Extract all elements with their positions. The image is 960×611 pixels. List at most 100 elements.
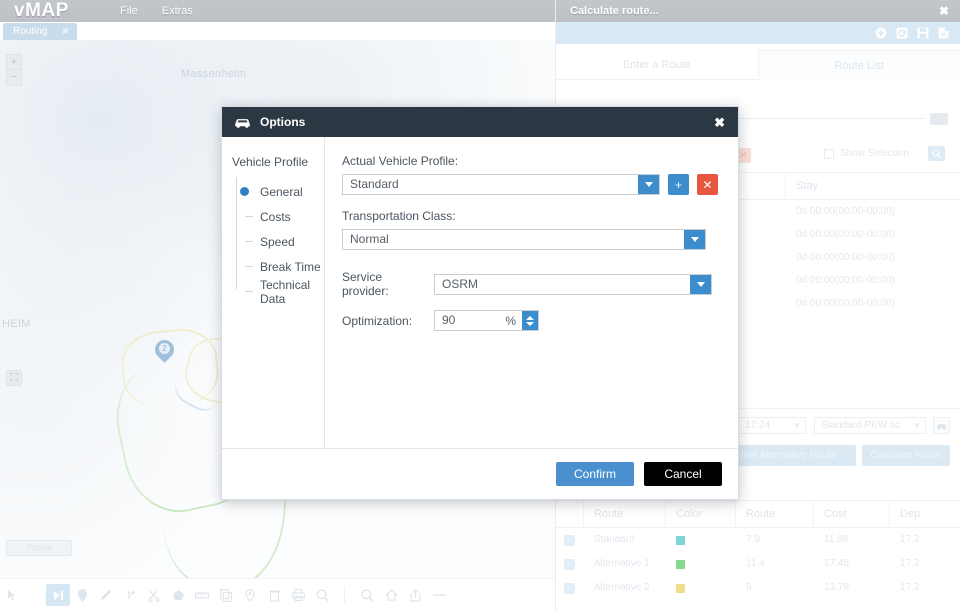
chevron-down-icon[interactable] (638, 175, 659, 194)
stops-column-stay: Stay (786, 173, 960, 199)
results-table-header: Route Color Route Cost Dep (556, 500, 960, 528)
chevron-down-icon[interactable] (690, 275, 711, 294)
stop-stay: 0d 00:00(00:00-00:00) (786, 200, 960, 223)
map-zoom-in-button[interactable]: + (6, 54, 22, 70)
row-distance: 11.4 (736, 552, 814, 576)
row-checkbox-cell[interactable]: ✓ (556, 576, 584, 600)
stop-stay: 0d 00:00(00:00-00:00) (786, 292, 960, 315)
route-search-button[interactable] (930, 113, 948, 125)
nav-item-costs[interactable]: Costs (230, 204, 324, 229)
cursor-icon[interactable] (0, 584, 24, 606)
row-route-name: Alternative 1 (584, 552, 666, 576)
app-logo: vMAP (0, 0, 108, 22)
row-checkbox-cell[interactable]: ✓ (556, 528, 584, 552)
scissors-icon[interactable] (142, 584, 166, 606)
calculate-route-button[interactable]: Calculate Route (862, 445, 950, 466)
delete-profile-button[interactable]: ✕ (697, 174, 718, 195)
row-distance: 9 (736, 576, 814, 600)
menu-item-extras[interactable]: Extras (150, 0, 205, 22)
row-distance: 7.9 (736, 528, 814, 552)
route-window-titlebar: Calculate route... ✖ (556, 0, 960, 22)
export-icon[interactable] (938, 27, 949, 39)
field-service-provider: Service provider: OSRM (342, 270, 718, 298)
departure-time-select[interactable]: 17:24 ▼ (738, 417, 806, 434)
service-provider-value: OSRM (435, 275, 690, 294)
trash-icon[interactable] (262, 584, 286, 606)
nav-item-general[interactable]: General (230, 179, 324, 204)
nav-selected-dot-icon (240, 187, 249, 196)
nav-item-label: General (260, 185, 303, 199)
minimize-icon[interactable] (427, 584, 451, 606)
optimization-stepper[interactable]: 90 % (434, 310, 539, 331)
results-column-check (556, 501, 584, 527)
show-selection-toggle[interactable]: Show Selection (824, 148, 909, 159)
map-bottom-toolbar (0, 578, 555, 611)
field-actual-vehicle-profile: Actual Vehicle Profile: Standard + ✕ (342, 154, 718, 195)
options-dialog-title: Options (260, 115, 305, 129)
home-icon[interactable] (379, 584, 403, 606)
route-color-swatch (676, 536, 685, 545)
tab-route-list[interactable]: Route List (758, 50, 960, 80)
save-icon[interactable] (917, 27, 929, 39)
share-icon[interactable] (403, 584, 427, 606)
ruler-icon[interactable] (190, 584, 214, 606)
close-icon[interactable]: ✖ (714, 116, 725, 129)
waypoint-icon[interactable] (70, 584, 94, 606)
options-dialog-titlebar: Options ✖ (222, 107, 738, 137)
table-row[interactable]: ✓ Standard 7.9 11.86 17.2 (556, 528, 960, 552)
transportation-class-select[interactable]: Normal (342, 229, 706, 250)
nav-item-technical-data[interactable]: Technical Data (230, 279, 324, 304)
optimization-spinner-buttons[interactable] (522, 311, 538, 330)
service-provider-select[interactable]: OSRM (434, 274, 712, 295)
copy-icon[interactable] (214, 584, 238, 606)
transportation-class-value: Normal (343, 230, 684, 249)
table-row[interactable]: ✓ Alternative 1 11.4 17.46 17.2 (556, 552, 960, 576)
cancel-button[interactable]: Cancel (644, 462, 722, 486)
confirm-button[interactable]: Confirm (556, 462, 634, 486)
application-root: vMAP File Extras Routing ✖ Massenheim HE… (0, 0, 960, 610)
row-departure: 17.2 (890, 528, 960, 552)
optimization-label: Optimization: (342, 314, 426, 328)
menu-item-file[interactable]: File (108, 0, 150, 22)
marker-icon[interactable] (94, 584, 118, 606)
close-icon[interactable]: ✖ (939, 4, 949, 18)
add-profile-button[interactable]: + (668, 174, 689, 195)
close-icon[interactable]: ✖ (61, 23, 69, 40)
map-zoom-out-button[interactable]: − (6, 70, 22, 86)
search-icon[interactable] (928, 146, 945, 161)
vehicle-profile-select[interactable]: Standard PKW sc ▼ (814, 417, 926, 434)
map-zoom-extent-button[interactable]: ⛶ (6, 370, 22, 386)
options-dialog-footer: Confirm Cancel (222, 448, 738, 499)
spinner-up-icon[interactable] (526, 316, 534, 320)
geo-pin-icon[interactable] (238, 584, 262, 606)
spinner-down-icon[interactable] (526, 322, 534, 326)
table-row[interactable]: ✓ Alternative 2 9 13.79 17.2 (556, 576, 960, 600)
tab-enter-a-route[interactable]: Enter a Route (556, 50, 758, 80)
chevron-down-icon[interactable] (684, 230, 705, 249)
add-circle-icon[interactable] (875, 27, 887, 39)
print-icon[interactable] (286, 584, 310, 606)
play-route-icon[interactable] (46, 584, 70, 606)
field-transportation-class: Transportation Class: Normal (342, 209, 718, 250)
chevron-down-icon: ▼ (913, 418, 921, 433)
refresh-icon[interactable] (896, 27, 908, 39)
row-checkbox[interactable]: ✓ (564, 583, 575, 594)
vehicle-profile-value: Standard PKW sc (821, 418, 900, 433)
row-checkbox-cell[interactable]: ✓ (556, 552, 584, 576)
nav-item-speed[interactable]: Speed (230, 229, 324, 254)
row-checkbox[interactable]: ✓ (564, 559, 575, 570)
row-checkbox[interactable]: ✓ (564, 535, 575, 546)
map-pin-marker[interactable]: 2 (155, 340, 174, 365)
car-icon (234, 117, 251, 128)
map-profile-button[interactable]: Profile (6, 540, 72, 556)
search-icon[interactable] (355, 584, 379, 606)
show-selection-checkbox[interactable] (824, 149, 834, 159)
zoom-search-icon[interactable] (310, 584, 334, 606)
actual-vehicle-profile-select[interactable]: Standard (342, 174, 660, 195)
car-icon[interactable] (933, 417, 950, 434)
optimization-value[interactable]: 90 (435, 311, 505, 330)
add-point-icon[interactable] (118, 584, 142, 606)
polygon-icon[interactable] (166, 584, 190, 606)
nav-item-break-time[interactable]: Break Time (230, 254, 324, 279)
document-tab-routing[interactable]: Routing ✖ (3, 23, 77, 40)
